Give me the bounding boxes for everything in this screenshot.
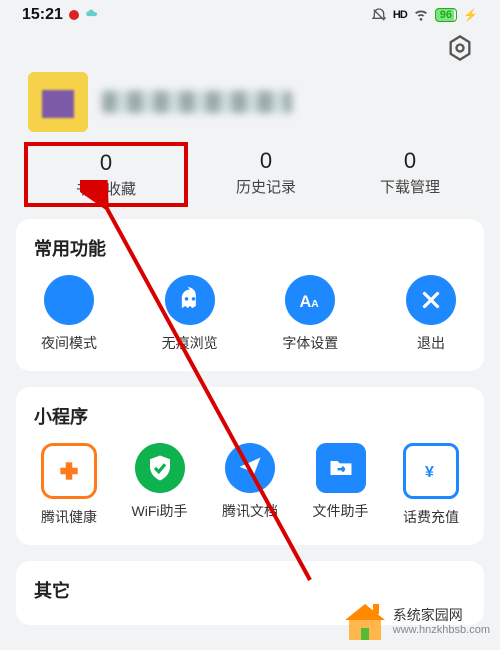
- yen-icon: ¥: [403, 443, 459, 499]
- shield-icon: [135, 443, 185, 493]
- item-label: 无痕浏览: [151, 333, 229, 353]
- folder-arrow-icon: [316, 443, 366, 493]
- house-logo-icon: [345, 604, 385, 640]
- hd-indicator: HD: [393, 9, 407, 21]
- stat-bookmarks[interactable]: 0 书签收藏: [24, 142, 188, 207]
- watermark-en: www.hnzkhbsb.com: [393, 624, 490, 636]
- stat-downloads-count: 0: [350, 148, 470, 174]
- close-icon: [406, 275, 456, 325]
- svg-text:A: A: [300, 293, 312, 311]
- stat-history[interactable]: 0 历史记录: [206, 148, 326, 201]
- item-label: 退出: [392, 333, 470, 353]
- charging-icon: ⚡: [463, 8, 478, 22]
- item-label: 腾讯健康: [30, 507, 108, 527]
- wifi-icon: [413, 6, 429, 25]
- card-title-miniapps: 小程序: [30, 403, 470, 429]
- miniapp-recharge[interactable]: ¥ 话费充值: [392, 443, 470, 527]
- card-title-common: 常用功能: [30, 235, 470, 261]
- stat-bookmarks-label: 书签收藏: [46, 178, 166, 199]
- username-blurred: [102, 91, 292, 113]
- record-dot-icon: [69, 10, 79, 20]
- sync-icon: [85, 8, 99, 22]
- stats-row: 0 书签收藏 0 历史记录 0 下载管理: [0, 138, 500, 219]
- moon-icon: [44, 275, 94, 325]
- item-night-mode[interactable]: 夜间模式: [30, 275, 108, 353]
- miniapp-docs[interactable]: 腾讯文档: [211, 443, 289, 527]
- item-label: WiFi助手: [121, 501, 199, 521]
- stat-history-count: 0: [206, 148, 326, 174]
- item-label: 字体设置: [271, 333, 349, 353]
- item-label: 腾讯文档: [211, 501, 289, 521]
- item-exit[interactable]: 退出: [392, 275, 470, 353]
- stat-history-label: 历史记录: [206, 176, 326, 197]
- svg-text:¥: ¥: [425, 464, 434, 481]
- watermark: 系统家园网 www.hnzkhbsb.com: [345, 604, 490, 640]
- settings-icon[interactable]: [446, 34, 474, 62]
- stat-downloads[interactable]: 0 下载管理: [350, 148, 470, 201]
- ghost-icon: [165, 275, 215, 325]
- alarm-off-icon: [371, 7, 387, 23]
- stat-downloads-label: 下载管理: [350, 176, 470, 197]
- card-title-other: 其它: [30, 577, 470, 603]
- card-common-functions: 常用功能 夜间模式 无痕浏览 AA 字体设置: [16, 219, 484, 371]
- health-icon: [41, 443, 97, 499]
- battery-level: 96: [435, 8, 457, 22]
- item-incognito[interactable]: 无痕浏览: [151, 275, 229, 353]
- item-label: 文件助手: [302, 501, 380, 521]
- stat-bookmarks-count: 0: [46, 150, 166, 176]
- item-label: 夜间模式: [30, 333, 108, 353]
- watermark-cn: 系统家园网: [393, 607, 463, 623]
- item-label: 话费充值: [392, 507, 470, 527]
- profile-row[interactable]: [0, 62, 500, 138]
- avatar: [28, 72, 88, 132]
- svg-text:A: A: [311, 298, 319, 310]
- status-bar: 15:21 HD 96 ⚡: [0, 0, 500, 30]
- font-icon: AA: [285, 275, 335, 325]
- miniapp-wifi[interactable]: WiFi助手: [121, 443, 199, 527]
- paper-plane-icon: [225, 443, 275, 493]
- item-font-settings[interactable]: AA 字体设置: [271, 275, 349, 353]
- miniapp-files[interactable]: 文件助手: [302, 443, 380, 527]
- miniapp-health[interactable]: 腾讯健康: [30, 443, 108, 527]
- card-miniapps: 小程序 腾讯健康 WiFi助手 腾讯文档: [16, 387, 484, 545]
- status-time: 15:21: [22, 6, 63, 24]
